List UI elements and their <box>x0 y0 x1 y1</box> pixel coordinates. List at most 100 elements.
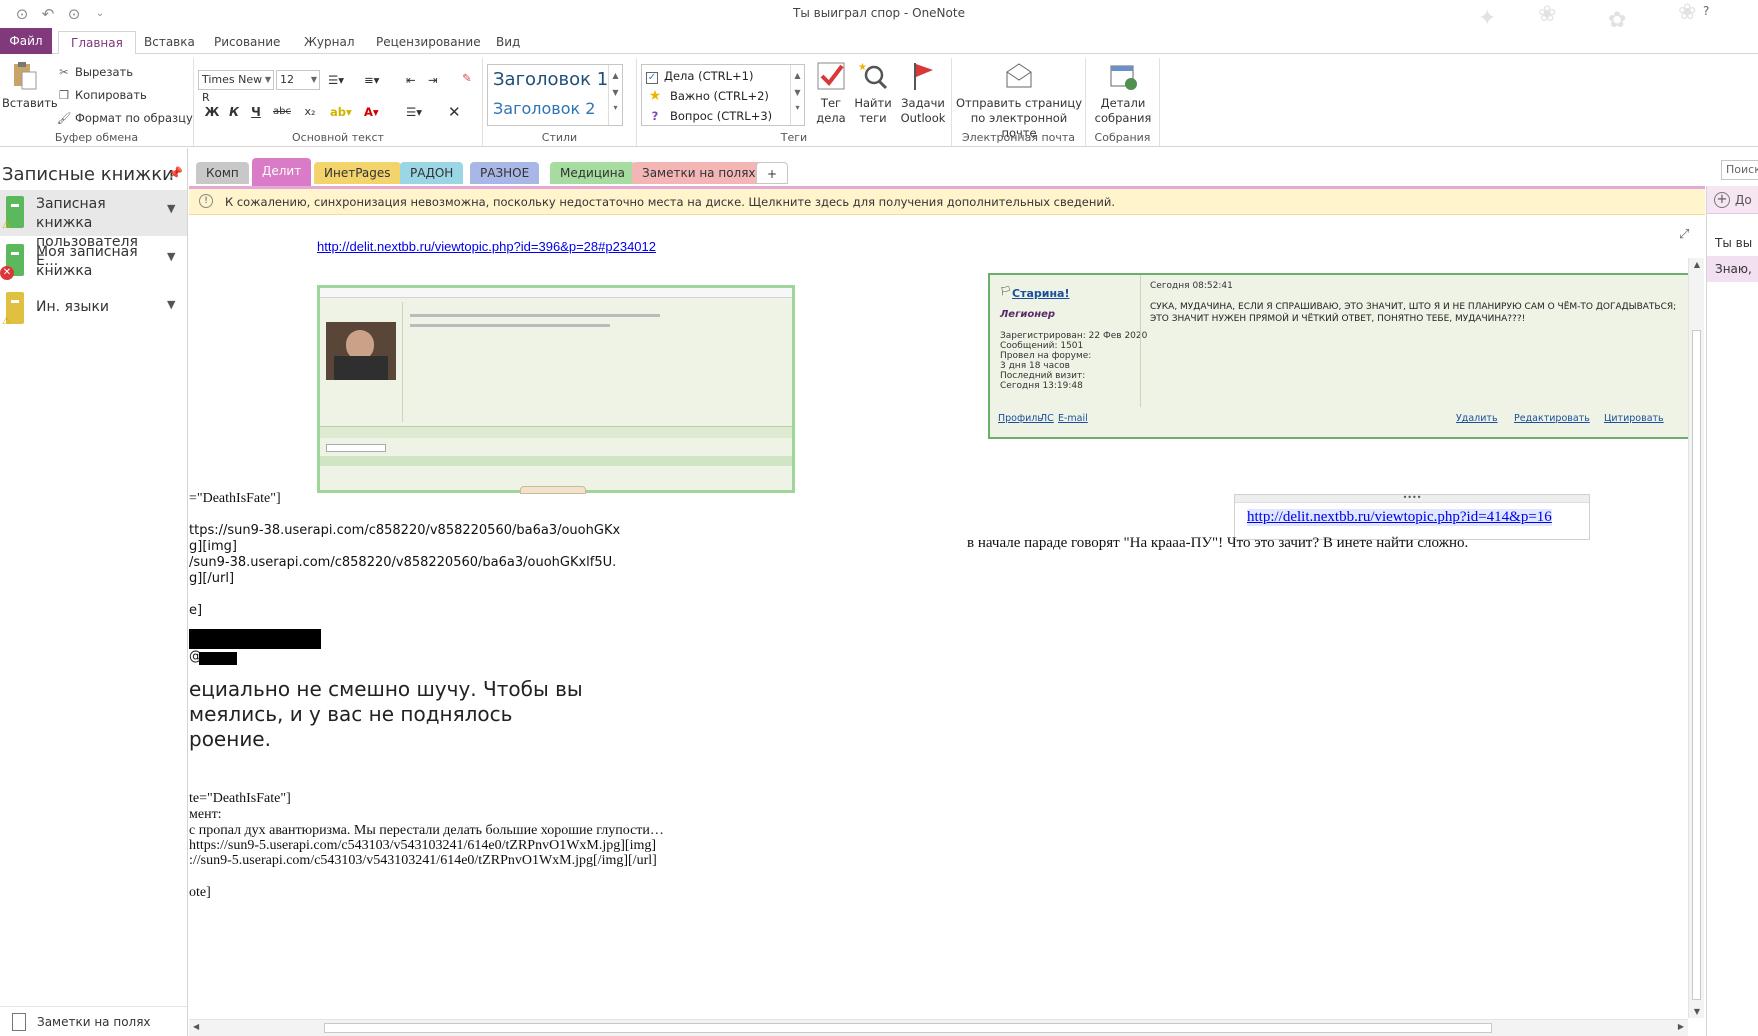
expand-icon[interactable]: ⤢ <box>1679 227 1689 242</box>
redacted-block <box>199 652 237 665</box>
meetings-group: Детали собрания Собрания <box>1086 58 1160 146</box>
page-canvas[interactable]: ! К сожалению, синхронизация невозможна,… <box>189 186 1705 1036</box>
tag-important[interactable]: ★ Важно (CTRL+2) <box>646 86 769 106</box>
scroll-up-icon[interactable]: ▲ <box>1689 260 1705 269</box>
page-list-item[interactable]: Ты вы <box>1707 230 1758 256</box>
section-tab-delit[interactable]: Делит <box>252 158 312 186</box>
highlight-icon[interactable]: ab▾ <box>330 102 352 122</box>
forum-meta-line: Провел на форуме: <box>1000 351 1092 361</box>
notebook-item-languages[interactable]: ⚠ Ин. языки ▼ <box>0 286 187 332</box>
scroll-left-icon[interactable]: ◀ <box>193 1022 199 1031</box>
format-painter-label: Формат по образцу <box>75 111 193 125</box>
tags-group: ✓ Дела (CTRL+1) ★ Важно (CTRL+2) ? Вопрос (… <box>637 58 952 146</box>
note-line: g][/url] <box>189 571 235 586</box>
tab-view[interactable]: Вид <box>484 31 532 53</box>
page-list-item[interactable]: Знаю, <box>1707 256 1758 282</box>
tag-question[interactable]: ? Вопрос (CTRL+3) <box>646 106 772 126</box>
meeting-icon <box>1110 65 1137 90</box>
paste-button[interactable]: Вставить <box>2 58 58 111</box>
align-icon[interactable]: ☰▾ <box>406 102 422 122</box>
styles-group: Заголовок 1 Заголовок 2 ▲ ▼ ▾ Стили <box>483 58 637 146</box>
link-note-container[interactable]: •••• http://delit.nextbb.ru/viewtopic.ph… <box>1234 494 1590 540</box>
sync-error-bar[interactable]: ! К сожалению, синхронизация невозможна,… <box>189 189 1705 215</box>
copy-button[interactable]: ❐ Копировать <box>56 85 147 105</box>
forum-link-edit: Редактировать <box>1514 413 1590 424</box>
heading2-style[interactable]: Заголовок 2 <box>493 99 595 118</box>
add-page-button[interactable]: + До <box>1707 186 1758 214</box>
note-line: ="DeathIsFate"] <box>189 491 281 506</box>
bullets-icon[interactable]: ☰▾ <box>328 70 344 90</box>
font-size-dropdown[interactable]: 12 ▼ <box>276 70 320 90</box>
screenshot-header-bar <box>320 288 792 298</box>
delete-icon[interactable]: ✕ <box>448 102 461 122</box>
email-group: Отправить страницу по электронной почте … <box>952 58 1086 146</box>
add-section-button[interactable]: + <box>756 162 789 184</box>
tab-review[interactable]: Рецензирование <box>364 31 493 53</box>
note-line: ote] <box>189 885 211 900</box>
heading1-style[interactable]: Заголовок 1 <box>493 69 608 90</box>
notebook-item-my[interactable]: ✕ Моя записная книжка ▼ <box>0 238 187 284</box>
question-icon: ? <box>651 109 659 123</box>
tag-todo[interactable]: ✓ Дела (CTRL+1) <box>646 66 754 86</box>
section-tab-radon[interactable]: РАДОН <box>400 162 464 184</box>
chevron-down-icon[interactable]: ▼ <box>167 202 175 215</box>
section-tab-comp[interactable]: Комп <box>196 162 249 184</box>
scroll-right-icon[interactable]: ▶ <box>1678 1022 1684 1031</box>
pin-icon[interactable]: 📌 <box>168 166 183 180</box>
chevron-down-icon[interactable]: ▼ <box>167 298 175 311</box>
tab-draw[interactable]: Рисование <box>202 31 292 53</box>
notebook-item-user[interactable]: ⚠ Записная книжка пользователя Е... ▼ <box>0 190 187 269</box>
subscript-button[interactable]: x₂ <box>298 102 322 122</box>
topic-link-1[interactable]: http://delit.nextbb.ru/viewtopic.php?id=… <box>317 239 656 254</box>
section-tab-raznoe[interactable]: РАЗНОЕ <box>470 162 540 184</box>
basic-text-group-label: Основной текст <box>292 131 384 144</box>
styles-gallery[interactable]: Заголовок 1 Заголовок 2 ▲ ▼ ▾ <box>487 64 623 126</box>
outlook-tasks-button[interactable]: Задачи Outlook <box>897 58 949 126</box>
tab-home[interactable]: Главная <box>58 31 136 55</box>
chevron-down-icon[interactable]: ▼ <box>167 250 175 263</box>
bold-button[interactable]: Ж <box>202 102 222 122</box>
copy-icon: ❐ <box>58 88 70 102</box>
font-color-icon[interactable]: A▾ <box>364 102 379 122</box>
clear-formatting-icon[interactable]: ✎ <box>462 68 472 88</box>
strikethrough-button[interactable]: abc <box>268 102 296 122</box>
sync-warning-icon: ! <box>199 194 213 208</box>
horizontal-scrollbar[interactable]: ◀ ▶ <box>189 1019 1688 1036</box>
italic-button[interactable]: К <box>224 102 244 122</box>
horizontal-scroll-thumb[interactable] <box>324 1023 1492 1033</box>
find-tags-button[interactable]: ★ Найти теги <box>851 58 895 126</box>
vertical-scrollbar[interactable]: ▲ ▼ <box>1688 258 1704 1018</box>
section-tab-inetpages[interactable]: ИнетPages <box>314 162 401 184</box>
redacted-block <box>189 629 321 649</box>
section-tab-quick-notes[interactable]: Заметки на полях <box>632 162 766 184</box>
increase-indent-icon[interactable]: ⇥ <box>428 70 438 90</box>
numbering-icon[interactable]: ≡▾ <box>364 70 379 90</box>
email-group-label: Электронная почта <box>961 131 1076 144</box>
star-icon: ★ <box>648 88 662 104</box>
meeting-details-button[interactable]: Детали собрания <box>1088 58 1158 126</box>
note-line: g][img] <box>189 539 237 554</box>
vertical-scroll-thumb[interactable] <box>1692 330 1701 1000</box>
tab-file[interactable]: Файл <box>0 28 52 54</box>
underline-button[interactable]: Ч <box>246 102 266 122</box>
quick-notes-link[interactable]: Заметки на полях <box>0 1006 187 1036</box>
todo-tag-button[interactable]: Тег дела <box>811 58 851 126</box>
tags-gallery[interactable]: ✓ Дела (CTRL+1) ★ Важно (CTRL+2) ? Вопрос (… <box>641 64 805 126</box>
format-painter-button[interactable]: 🖌 Формат по образцу <box>56 108 193 128</box>
screenshot-bar <box>320 456 792 466</box>
decrease-indent-icon[interactable]: ⇤ <box>406 70 416 90</box>
topic-link-2[interactable]: http://delit.nextbb.ru/viewtopic.php?id=… <box>1247 509 1552 526</box>
section-tab-medicine[interactable]: Медицина <box>550 162 635 184</box>
styles-gallery-scroll[interactable]: ▲ ▼ ▾ <box>608 65 622 125</box>
copy-label: Копировать <box>75 88 147 102</box>
font-name-dropdown[interactable]: Times New R ▼ <box>198 70 274 104</box>
tab-history[interactable]: Журнал <box>292 31 367 53</box>
container-drag-handle[interactable]: •••• <box>1235 494 1589 503</box>
search-input[interactable]: Поиск <box>1721 160 1758 180</box>
cut-button[interactable]: ✂ Вырезать <box>56 62 133 82</box>
scroll-down-icon[interactable]: ▼ <box>1689 1007 1705 1016</box>
email-page-button[interactable]: Отправить страницу по электронной почте <box>954 58 1084 141</box>
note-line: ://sun9-5.userapi.com/c543103/v543103241… <box>189 853 657 868</box>
tags-gallery-scroll[interactable]: ▲ ▼ ▾ <box>790 65 804 125</box>
tab-insert[interactable]: Вставка <box>132 31 207 53</box>
